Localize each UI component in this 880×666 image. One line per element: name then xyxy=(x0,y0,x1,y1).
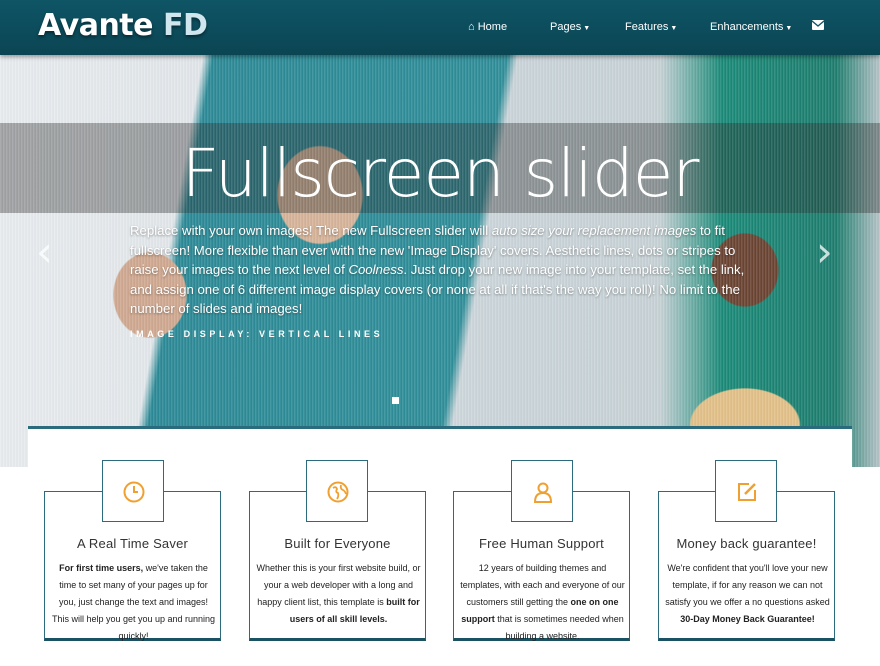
site-logo[interactable]: Avante FD xyxy=(38,8,208,43)
brand-name: Avante xyxy=(38,8,154,43)
slider-title: Fullscreen slider xyxy=(181,135,700,212)
nav-pages[interactable]: Pages ▼ xyxy=(550,21,590,33)
nav-enhancements[interactable]: Enhancements ▼ xyxy=(710,21,792,33)
prev-slide-arrow[interactable]: ‹ xyxy=(36,227,53,276)
globe-icon xyxy=(327,481,349,503)
nav-pages-label: Pages xyxy=(550,21,582,33)
nav-contact[interactable] xyxy=(811,20,825,33)
card-title: A Real Time Saver xyxy=(76,536,189,551)
user-icon xyxy=(533,482,553,503)
slider-subtitle: IMAGE DISPLAY: VERTICAL LINES xyxy=(130,329,384,339)
nav-home[interactable]: ⌂ Home xyxy=(468,21,507,33)
slide-indicator-dot[interactable] xyxy=(392,397,399,404)
home-icon: ⌂ xyxy=(468,21,475,33)
caret-down-icon: ▼ xyxy=(583,25,591,32)
nav-features[interactable]: Features ▼ xyxy=(625,21,677,33)
feature-icon-box xyxy=(511,460,573,522)
card-text: For first time users, we've taken the ti… xyxy=(51,563,216,641)
card-text: 12 years of building themes and template… xyxy=(460,563,625,641)
envelope-icon xyxy=(811,20,825,30)
clock-icon xyxy=(123,481,145,503)
feature-icon-box xyxy=(102,460,164,522)
nav-home-label: Home xyxy=(477,21,508,33)
edit-icon xyxy=(738,483,756,501)
feature-icon-box xyxy=(306,460,368,522)
caret-down-icon: ▼ xyxy=(785,25,793,32)
card-title: Built for Everyone xyxy=(284,536,391,551)
next-slide-arrow[interactable]: › xyxy=(816,227,833,276)
feature-icon-box xyxy=(715,460,777,522)
brand-accent: FD xyxy=(162,8,208,43)
fullscreen-slider: Fullscreen slider Replace with your own … xyxy=(0,55,880,467)
nav-enhancements-label: Enhancements xyxy=(710,21,784,33)
card-title: Free Human Support xyxy=(479,536,604,551)
caret-down-icon: ▼ xyxy=(670,25,678,32)
card-title: Money back guarantee! xyxy=(676,536,817,551)
card-text: We're confident that you'll love your ne… xyxy=(665,563,830,624)
nav-features-label: Features xyxy=(625,21,669,33)
slider-text: Replace with your own images! The new Fu… xyxy=(130,223,745,316)
card-text: Whether this is your first website build… xyxy=(256,563,421,624)
top-navbar: Avante FD ⌂ Home Pages ▼ Features ▼ Enhanc… xyxy=(0,0,880,55)
